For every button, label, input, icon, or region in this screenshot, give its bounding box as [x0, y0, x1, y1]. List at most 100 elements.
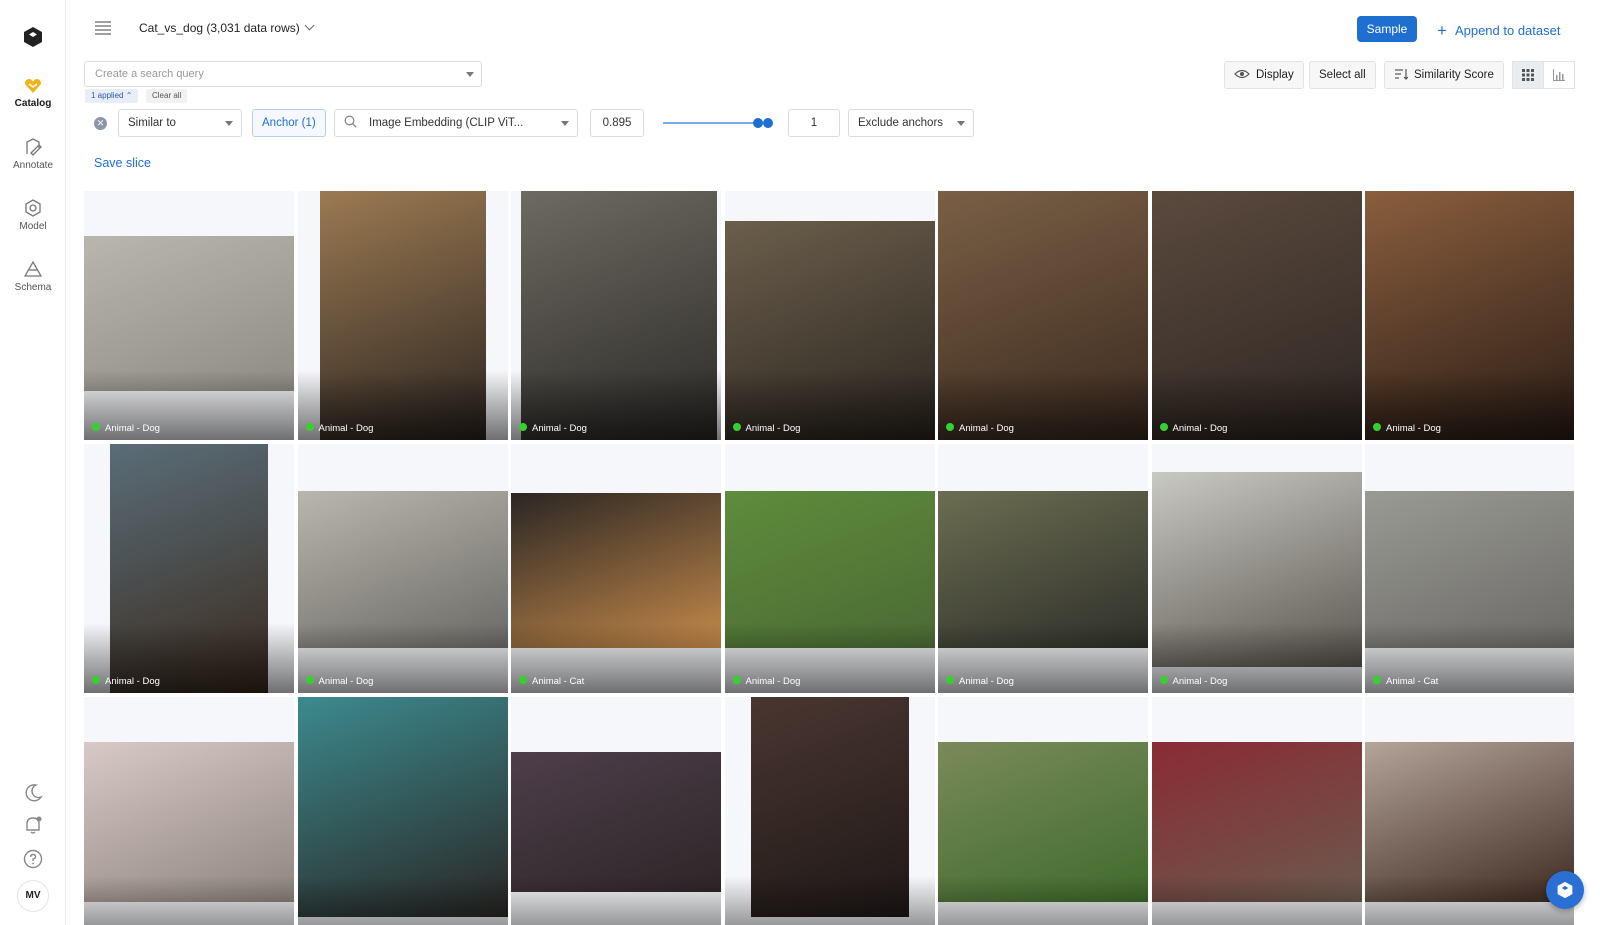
annotation-label: Animal - Dog — [1159, 423, 1228, 434]
embedding-value: Image Embedding (CLIP ViT... — [369, 117, 524, 129]
slider-handle-min[interactable] — [753, 118, 763, 128]
menu-icon[interactable] — [94, 20, 112, 36]
bell-icon[interactable] — [22, 814, 44, 836]
tile-gradient — [938, 876, 1148, 925]
remove-filter-icon[interactable]: ✕ — [94, 117, 107, 130]
min-score-input[interactable]: 0.895 — [590, 109, 644, 137]
thumbnail-image — [84, 236, 294, 391]
label-dot-icon — [519, 423, 527, 431]
label-dot-icon — [1159, 676, 1168, 684]
image-tile[interactable]: Animal - Cat — [1365, 444, 1574, 693]
image-tile[interactable]: Animal - Dog — [297, 191, 508, 440]
image-tile[interactable]: Animal - Dog — [1365, 191, 1574, 440]
append-to-dataset-button[interactable]: + Append to dataset — [1437, 20, 1560, 40]
embedding-select[interactable]: Image Embedding (CLIP ViT... — [334, 109, 578, 137]
annotate-icon — [26, 138, 42, 156]
annotation-label: Animal - Dog — [1373, 423, 1441, 434]
annotation-label: Animal - Dog — [732, 676, 801, 687]
chevron-down-icon — [957, 121, 965, 126]
append-label: Append to dataset — [1454, 23, 1561, 38]
label-text: Animal - Dog — [745, 676, 801, 687]
annotation-label: Animal - Dog — [732, 423, 800, 434]
annotation-label: Animal - Cat — [1373, 676, 1438, 687]
sidebar-item-model[interactable]: Model — [0, 199, 66, 232]
image-tile[interactable]: Animal - Dog — [938, 444, 1148, 693]
similarity-slider[interactable] — [663, 122, 763, 124]
save-slice-link[interactable]: Save slice — [94, 156, 151, 170]
label-dot-icon — [946, 676, 954, 684]
applied-filters-chip[interactable]: 1 applied ⌃ — [85, 89, 139, 103]
image-tile[interactable]: Animal - Dog — [84, 191, 294, 440]
sidebar-item-catalog[interactable]: Catalog — [0, 78, 66, 109]
label-dot-icon — [92, 676, 100, 684]
sort-similarity-button[interactable]: Similarity Score — [1384, 61, 1504, 89]
image-tile[interactable]: Animal - Dog — [297, 444, 508, 693]
image-grid: Animal - Dog Animal - Dog Animal - Dog Anim… — [84, 191, 1574, 925]
image-tile[interactable] — [938, 697, 1148, 925]
image-tile[interactable]: Animal - Dog — [1151, 191, 1362, 440]
image-tile[interactable] — [297, 697, 508, 925]
search-input[interactable]: Create a search query — [84, 61, 482, 87]
label-text: Animal - Dog — [1172, 676, 1228, 687]
chevron-up-icon: ⌃ — [125, 91, 133, 100]
image-tile[interactable]: Animal - Dog — [1151, 444, 1362, 693]
max-score-input[interactable]: 1 — [788, 109, 840, 137]
annotation-label: Animal - Dog — [946, 676, 1014, 687]
help-chat-button[interactable] — [1546, 871, 1584, 909]
label-text: Animal - Dog — [1172, 423, 1228, 434]
thumbnail-image — [511, 752, 721, 892]
sidebar-item-schema[interactable]: Schema — [0, 260, 66, 293]
schema-icon — [24, 260, 42, 277]
annotation-label: Animal - Dog — [519, 423, 587, 434]
image-tile[interactable]: Animal - Dog — [724, 444, 935, 693]
exclude-anchors-select[interactable]: Exclude anchors — [848, 109, 974, 137]
label-dot-icon — [1159, 423, 1168, 431]
image-tile[interactable] — [511, 697, 721, 925]
sidebar-item-annotate[interactable]: Annotate — [0, 138, 66, 171]
slider-handle-max[interactable] — [763, 118, 773, 128]
operator-value: Similar to — [128, 117, 176, 129]
image-tile[interactable] — [84, 697, 294, 925]
image-tile[interactable] — [1365, 697, 1574, 925]
chart-view-toggle[interactable] — [1543, 61, 1575, 89]
label-text: Animal - Dog — [318, 676, 374, 687]
chevron-down-icon — [225, 121, 233, 126]
anchor-button[interactable]: Anchor (1) — [252, 109, 326, 137]
image-tile[interactable]: Animal - Dog — [938, 191, 1148, 440]
label-dot-icon — [732, 423, 741, 431]
annotation-label: Animal - Dog — [305, 676, 374, 687]
label-text: Animal - Cat — [1386, 676, 1439, 687]
sample-button[interactable]: Sample — [1357, 16, 1417, 42]
avatar[interactable]: MV — [17, 880, 49, 912]
dataset-selector[interactable]: Cat_vs_dog (3,031 data rows) — [139, 20, 315, 35]
image-tile[interactable]: Animal - Dog — [84, 444, 294, 693]
moon-icon[interactable] — [22, 782, 44, 804]
help-icon[interactable] — [22, 848, 44, 870]
annotation-label: Animal - Dog — [92, 676, 160, 687]
image-tile[interactable]: Animal - Cat — [511, 444, 721, 693]
labelbox-logo-icon[interactable] — [22, 26, 44, 48]
label-text: Animal - Dog — [959, 676, 1014, 687]
sort-icon — [1395, 68, 1409, 80]
image-tile[interactable] — [724, 697, 935, 925]
select-all-button[interactable]: Select all — [1309, 61, 1376, 89]
display-label: Display — [1256, 69, 1294, 81]
sidebar-item-label: Schema — [14, 282, 52, 293]
grid-view-toggle[interactable] — [1512, 61, 1544, 89]
clear-all-button[interactable]: Clear all — [146, 89, 188, 103]
label-text: Animal - Dog — [959, 423, 1014, 434]
image-tile[interactable]: Animal - Dog — [511, 191, 721, 440]
label-dot-icon — [946, 423, 954, 431]
label-text: Animal - Dog — [105, 676, 160, 687]
exclude-value: Exclude anchors — [858, 117, 944, 129]
tile-gradient — [297, 876, 508, 925]
label-text: Animal - Dog — [1386, 423, 1441, 434]
operator-select[interactable]: Similar to — [118, 109, 242, 137]
image-tile[interactable] — [1151, 697, 1362, 925]
image-tile[interactable]: Animal - Dog — [724, 191, 935, 440]
chevron-down-icon — [304, 20, 315, 31]
label-dot-icon — [1373, 423, 1381, 431]
catalog-icon — [25, 79, 41, 93]
display-button[interactable]: Display — [1224, 61, 1304, 89]
chevron-down-icon — [561, 121, 569, 126]
